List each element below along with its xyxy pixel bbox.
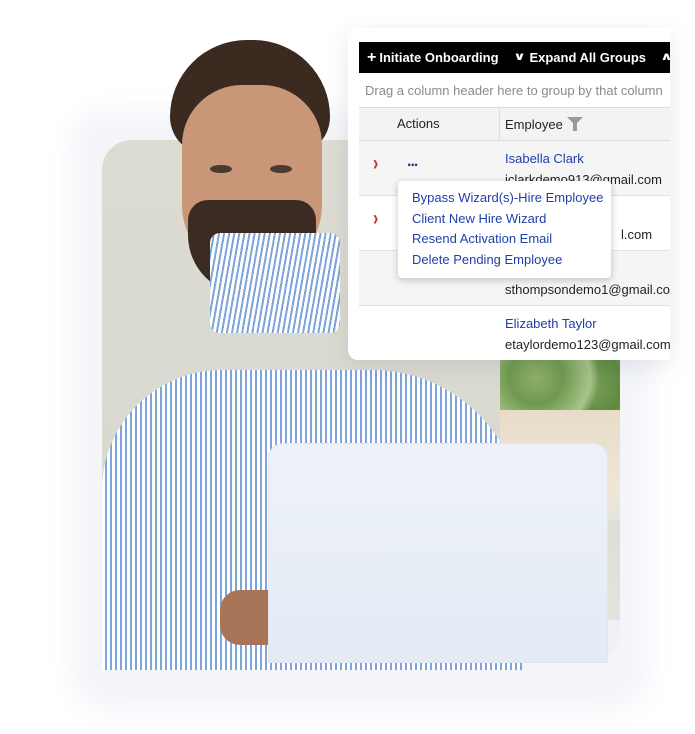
initiate-onboarding-label: Initiate Onboarding (379, 50, 499, 65)
expand-row-icon[interactable]: › (373, 208, 378, 231)
menu-item-delete-pending-employee[interactable]: Delete Pending Employee (398, 252, 611, 273)
expand-all-groups-label: Expand All Groups (529, 50, 646, 65)
column-header-actions[interactable]: Actions (397, 108, 440, 140)
background-plants (500, 355, 620, 410)
laptop (269, 444, 607, 662)
grid-header-row: Actions Employee (359, 108, 670, 141)
grid-toolbar: + Initiate Onboarding ∨ Expand All Group… (359, 42, 670, 73)
column-divider[interactable] (499, 108, 500, 140)
employee-email: etaylordemo123@gmail.com (505, 337, 670, 352)
plus-icon: + (367, 48, 377, 66)
filter-icon[interactable] (566, 117, 583, 131)
column-header-employee[interactable]: Employee (505, 108, 583, 140)
row-actions-menu: Bypass Wizard(s)-Hire Employee Client Ne… (398, 181, 611, 278)
menu-item-bypass-wizard[interactable]: Bypass Wizard(s)-Hire Employee (398, 190, 611, 211)
employee-email: l.com (621, 227, 653, 242)
row-actions-button[interactable]: ... (407, 153, 418, 171)
employee-email: sthompsondemo1@gmail.com (505, 282, 670, 297)
person-eye-right (270, 165, 292, 173)
person-collar (210, 233, 340, 333)
person-eye-left (210, 165, 232, 173)
initiate-onboarding-button[interactable]: + Initiate Onboarding (367, 48, 499, 66)
expand-row-icon[interactable]: › (373, 153, 378, 176)
group-by-drop-area[interactable]: Drag a column header here to group by th… (359, 73, 670, 108)
menu-item-client-new-hire-wizard[interactable]: Client New Hire Wizard (398, 211, 611, 232)
menu-item-resend-activation-email[interactable]: Resend Activation Email (398, 231, 611, 252)
collapse-all-groups-button[interactable]: ∧ C (660, 50, 670, 65)
table-row: Elizabeth Taylor etaylordemo123@gmail.co… (359, 306, 670, 360)
chevron-up-icon: ∧ (660, 52, 670, 63)
expand-all-groups-button[interactable]: ∨ Expand All Groups (512, 50, 646, 65)
column-header-employee-label: Employee (505, 116, 563, 132)
chevron-down-icon: ∨ (512, 51, 526, 63)
employee-name-link[interactable]: Elizabeth Taylor (505, 316, 597, 331)
employee-name-link[interactable]: Isabella Clark (505, 151, 584, 166)
